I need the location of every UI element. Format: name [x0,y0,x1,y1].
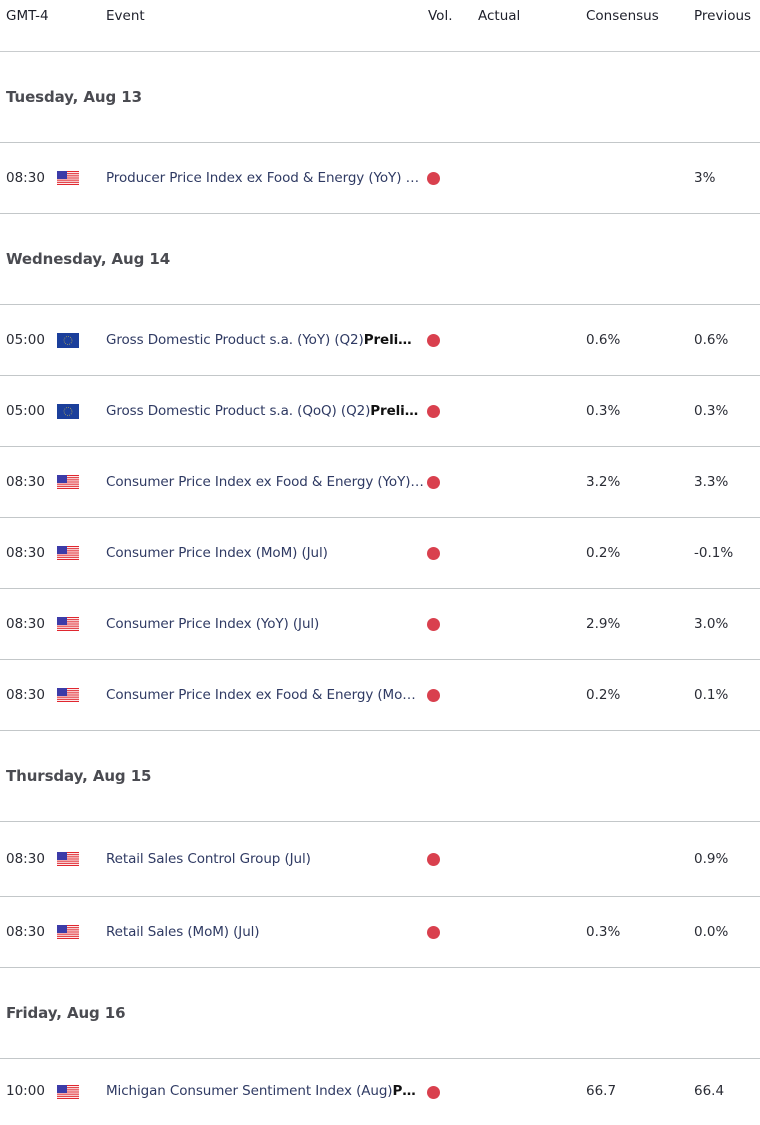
day-header: Thursday, Aug 15 [0,731,760,822]
us-flag-icon [57,688,79,703]
event-title: Retail Sales (MoM) (Jul) [106,923,260,940]
event-name[interactable]: Michigan Consumer Sentiment Index (Aug)P… [106,1083,424,1099]
previous-value: 3.3% [694,473,729,490]
event-row[interactable]: 05:00 Gross Domestic Product s.a. (YoY) (… [0,305,760,376]
consensus-value: 2.9% [586,615,621,632]
event-title: Consumer Price Index (MoM) (Jul) [106,544,328,561]
event-time: 08:30 [6,544,45,561]
day-header: Friday, Aug 16 [0,968,760,1059]
event-name[interactable]: Consumer Price Index ex Food & Energy (M… [106,687,424,703]
event-title: Consumer Price Index (YoY) (Jul) [106,615,320,632]
event-name[interactable]: Producer Price Index ex Food & Energy (Y… [106,170,424,186]
consensus-value: 0.2% [586,544,621,561]
previous-value: 0.6% [694,331,729,348]
event-time: 05:00 [6,402,45,419]
day-label: Friday, Aug 16 [6,1003,126,1022]
event-title: Retail Sales Control Group (Jul) [106,850,311,867]
header-consensus: Consensus [586,8,659,24]
event-title: Producer Price Index ex Food & Energy (Y… [106,169,424,186]
consensus-value: 0.6% [586,331,621,348]
event-row[interactable]: 08:30 Retail Sales (MoM) (Jul) 0.3% 0.0% [0,897,760,968]
previous-value: 0.9% [694,850,729,867]
consensus-value: 0.3% [586,402,621,419]
event-name[interactable]: Gross Domestic Product s.a. (QoQ) (Q2)Pr… [106,403,424,419]
event-row[interactable]: 08:30 Consumer Price Index (MoM) (Jul) 0.2… [0,518,760,589]
consensus-value: 0.3% [586,923,621,940]
volatility-high-icon [427,547,440,560]
previous-value: 0.3% [694,402,729,419]
consensus-value: 0.2% [586,686,621,703]
header-actual: Actual [478,8,521,24]
volatility-high-icon [427,1085,440,1099]
previous-value: 0.1% [694,686,729,703]
event-name[interactable]: Retail Sales Control Group (Jul) [106,851,424,867]
event-release-tag: Preli… [363,331,412,348]
volatility-high-icon [427,618,440,631]
previous-value: 3% [694,169,716,186]
header-vol: Vol. [428,8,453,24]
event-time: 05:00 [6,331,45,348]
previous-value: 0.0% [694,923,729,940]
us-flag-icon [57,617,79,632]
us-flag-icon [57,1084,79,1100]
event-title: Gross Domestic Product s.a. (QoQ) (Q2) [106,402,371,419]
event-time: 08:30 [6,615,45,632]
event-row[interactable]: 05:00 Gross Domestic Product s.a. (QoQ) (… [0,376,760,447]
event-time: 08:30 [6,686,45,703]
us-flag-icon [57,546,79,561]
event-row[interactable]: 08:30 Consumer Price Index ex Food & Ener… [0,447,760,518]
event-name[interactable]: Retail Sales (MoM) (Jul) [106,924,424,940]
event-release-tag: P… [392,1083,416,1099]
volatility-high-icon [427,405,440,418]
day-header: Wednesday, Aug 14 [0,214,760,305]
event-row[interactable]: 10:00 Michigan Consumer Sentiment Index (… [0,1059,760,1125]
event-name[interactable]: Gross Domestic Product s.a. (YoY) (Q2)Pr… [106,332,424,348]
event-row[interactable]: 08:30 Consumer Price Index (YoY) (Jul) 2.9… [0,589,760,660]
event-row[interactable]: 08:30 Consumer Price Index ex Food & Ener… [0,660,760,731]
event-name[interactable]: Consumer Price Index (YoY) (Jul) [106,616,424,632]
volatility-high-icon [427,172,440,185]
event-name[interactable]: Consumer Price Index ex Food & Energy (Y… [106,474,424,490]
volatility-high-icon [427,334,440,347]
previous-value: 66.4 [694,1083,725,1099]
eu-flag-icon [57,333,79,348]
table-header: GMT-4 Event Vol. Actual Consensus Previo… [0,0,760,52]
event-time: 08:30 [6,850,45,867]
event-row[interactable]: 08:30 Retail Sales Control Group (Jul) 0.9… [0,822,760,897]
consensus-value: 66.7 [586,1083,617,1099]
header-previous: Previous [694,8,752,24]
day-label: Thursday, Aug 15 [6,766,152,785]
day-header: Tuesday, Aug 13 [0,52,760,143]
volatility-high-icon [427,476,440,489]
day-label: Tuesday, Aug 13 [6,87,142,106]
event-time: 08:30 [6,473,45,490]
previous-value: 3.0% [694,615,729,632]
event-title: Consumer Price Index ex Food & Energy (Y… [106,473,424,490]
event-time: 08:30 [6,169,45,186]
us-flag-icon [57,852,79,867]
us-flag-icon [57,475,79,490]
event-time: 10:00 [6,1083,45,1099]
us-flag-icon [57,171,79,186]
previous-value: -0.1% [694,544,734,561]
event-release-tag: Preli… [370,402,419,419]
volatility-high-icon [427,853,440,866]
event-name[interactable]: Consumer Price Index (MoM) (Jul) [106,545,424,561]
header-event: Event [106,8,145,24]
us-flag-icon [57,925,79,940]
day-label: Wednesday, Aug 14 [6,249,171,268]
volatility-high-icon [427,926,440,939]
event-title: Consumer Price Index ex Food & Energy (M… [106,686,424,703]
header-timezone[interactable]: GMT-4 [6,8,49,24]
event-title: Gross Domestic Product s.a. (YoY) (Q2) [106,331,364,348]
consensus-value: 3.2% [586,473,621,490]
eu-flag-icon [57,404,79,419]
event-title: Michigan Consumer Sentiment Index (Aug) [106,1083,393,1099]
event-time: 08:30 [6,923,45,940]
event-row[interactable]: 08:30 Producer Price Index ex Food & Ener… [0,143,760,214]
volatility-high-icon [427,689,440,702]
